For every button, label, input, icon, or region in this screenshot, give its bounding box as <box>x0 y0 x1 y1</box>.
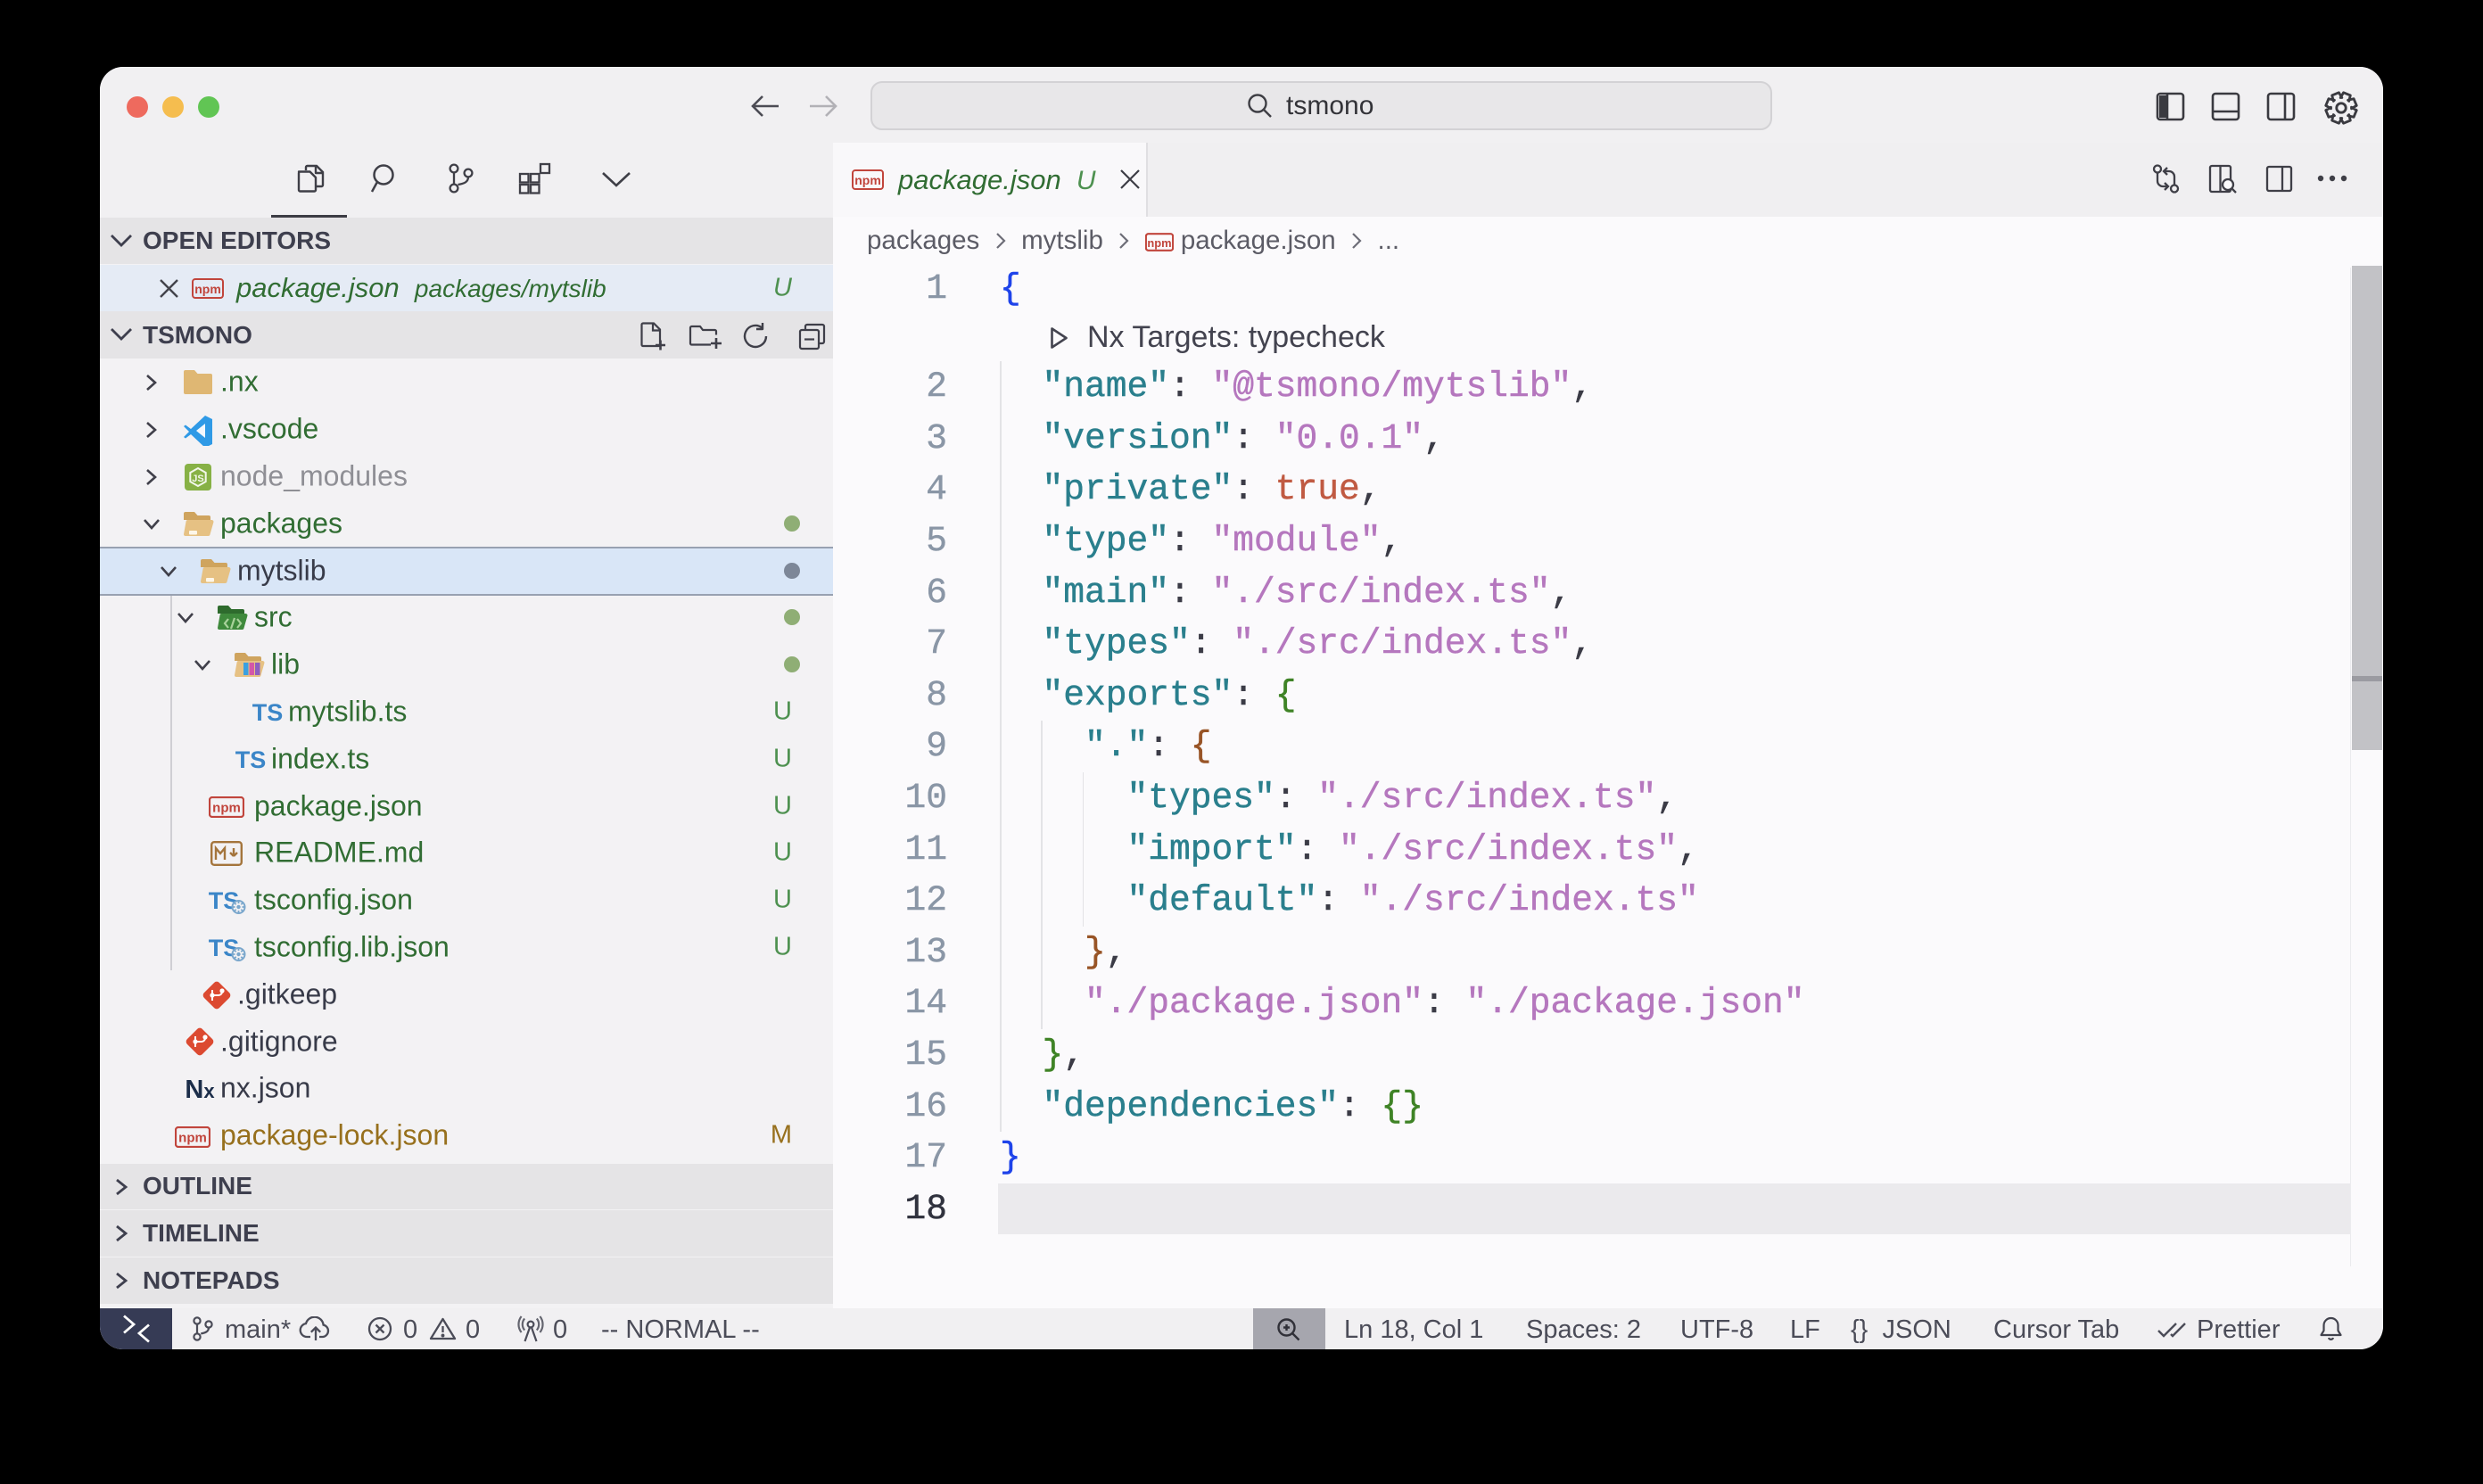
svg-text:npm: npm <box>178 1130 207 1145</box>
svg-text:npm: npm <box>194 282 221 296</box>
svg-text:npm: npm <box>212 801 241 816</box>
svg-text:JS: JS <box>192 474 203 484</box>
svg-text:TS: TS <box>252 699 284 726</box>
svg-text:npm: npm <box>854 173 881 187</box>
svg-text:Nx: Nx <box>185 1076 215 1103</box>
svg-text:npm: npm <box>1147 236 1171 250</box>
svg-text:TS: TS <box>235 746 267 773</box>
